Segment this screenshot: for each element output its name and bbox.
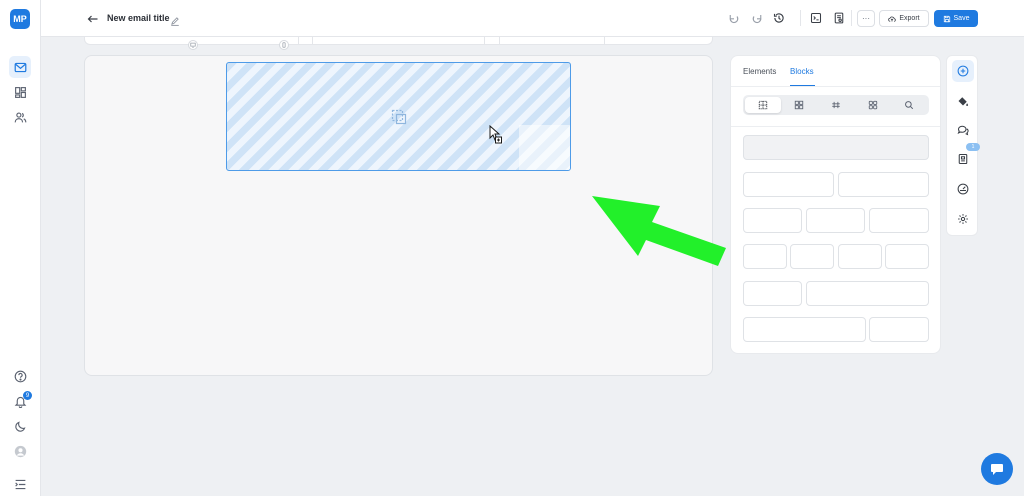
chat-support-button[interactable] xyxy=(981,453,1013,485)
cloud-upload-icon xyxy=(888,16,897,22)
code-view-icon[interactable] xyxy=(809,11,823,25)
strip-divider xyxy=(499,37,500,44)
block-4-columns[interactable] xyxy=(885,244,929,269)
app-logo[interactable]: MP xyxy=(10,9,30,29)
save-label: Save xyxy=(953,15,970,22)
page-title[interactable]: New email title xyxy=(107,13,170,23)
strip-divider xyxy=(298,37,299,44)
previous-block-strip xyxy=(84,37,713,45)
strip-divider xyxy=(484,37,485,44)
performance-gauge-icon[interactable] xyxy=(952,178,974,200)
block-4-columns[interactable] xyxy=(790,244,834,269)
mail-icon[interactable] xyxy=(9,56,31,78)
redo-icon[interactable] xyxy=(750,11,764,25)
add-content-icon[interactable] xyxy=(952,60,974,82)
contacts-icon[interactable] xyxy=(9,106,31,128)
drag-cursor-icon xyxy=(489,124,505,145)
collapse-menu-icon[interactable] xyxy=(9,473,31,495)
templates-icon[interactable] xyxy=(9,81,31,103)
add-block-icon xyxy=(391,109,407,125)
block-4-columns[interactable] xyxy=(838,244,882,269)
dictionary-badge: 1 xyxy=(966,143,980,151)
block-3-columns[interactable] xyxy=(806,208,865,233)
tab-blocks[interactable]: Blocks xyxy=(790,67,814,76)
dark-mode-icon[interactable] xyxy=(9,415,31,437)
annotation-arrow-icon xyxy=(592,196,726,266)
save-button[interactable]: Save xyxy=(934,10,978,27)
block-2-1-columns[interactable] xyxy=(869,317,929,342)
desktop-icon xyxy=(190,42,196,48)
block-3-columns[interactable] xyxy=(743,208,802,233)
dictionary-icon[interactable] xyxy=(952,148,974,170)
settings-gear-icon[interactable] xyxy=(952,208,974,230)
left-sidebar: MP 9 xyxy=(0,0,41,496)
more-options-button[interactable]: ··· xyxy=(857,10,875,27)
paint-bucket-icon[interactable] xyxy=(952,90,974,112)
columns-icon[interactable] xyxy=(818,97,854,113)
export-label: Export xyxy=(899,15,920,22)
top-bar: New email title ··· Export Save xyxy=(41,0,1024,37)
block-1-2-columns[interactable] xyxy=(806,281,929,306)
block-2-columns[interactable] xyxy=(743,172,834,197)
chat-icon xyxy=(991,464,1003,475)
preview-icon[interactable] xyxy=(832,11,846,25)
panel-divider xyxy=(731,126,940,127)
widgets-icon[interactable] xyxy=(781,97,817,113)
edit-title-icon[interactable] xyxy=(170,13,180,26)
block-category-switcher xyxy=(743,95,929,115)
save-disk-icon xyxy=(943,15,950,22)
tab-elements[interactable]: Elements xyxy=(743,67,776,76)
strip-divider xyxy=(604,37,605,44)
block-2-columns[interactable] xyxy=(838,172,929,197)
export-button[interactable]: Export xyxy=(879,10,929,27)
toolbar-divider xyxy=(851,10,852,26)
help-icon[interactable] xyxy=(9,365,31,387)
block-4-columns[interactable] xyxy=(743,244,787,269)
block-drop-zone[interactable] xyxy=(226,62,571,171)
notification-badge: 9 xyxy=(23,391,32,400)
strip-divider xyxy=(312,37,313,44)
block-2-1-columns[interactable] xyxy=(743,317,866,342)
desktop-view-handle[interactable] xyxy=(188,40,198,50)
panel-divider xyxy=(731,86,940,87)
search-icon[interactable] xyxy=(891,97,927,113)
grid-icon[interactable] xyxy=(855,97,891,113)
toolbar-divider xyxy=(800,10,801,26)
undo-icon[interactable] xyxy=(727,11,741,25)
drag-ghost xyxy=(519,125,570,170)
block-1-column[interactable] xyxy=(743,135,929,160)
blocks-panel: Elements Blocks xyxy=(730,55,941,354)
layout-icon[interactable] xyxy=(745,97,781,113)
comments-icon[interactable] xyxy=(952,119,974,141)
back-arrow-icon[interactable] xyxy=(87,12,99,24)
mobile-view-handle[interactable] xyxy=(279,40,289,50)
history-icon[interactable] xyxy=(772,11,786,25)
block-1-2-columns[interactable] xyxy=(743,281,802,306)
avatar[interactable] xyxy=(9,440,31,462)
block-3-columns[interactable] xyxy=(869,208,929,233)
mobile-icon xyxy=(282,42,286,48)
